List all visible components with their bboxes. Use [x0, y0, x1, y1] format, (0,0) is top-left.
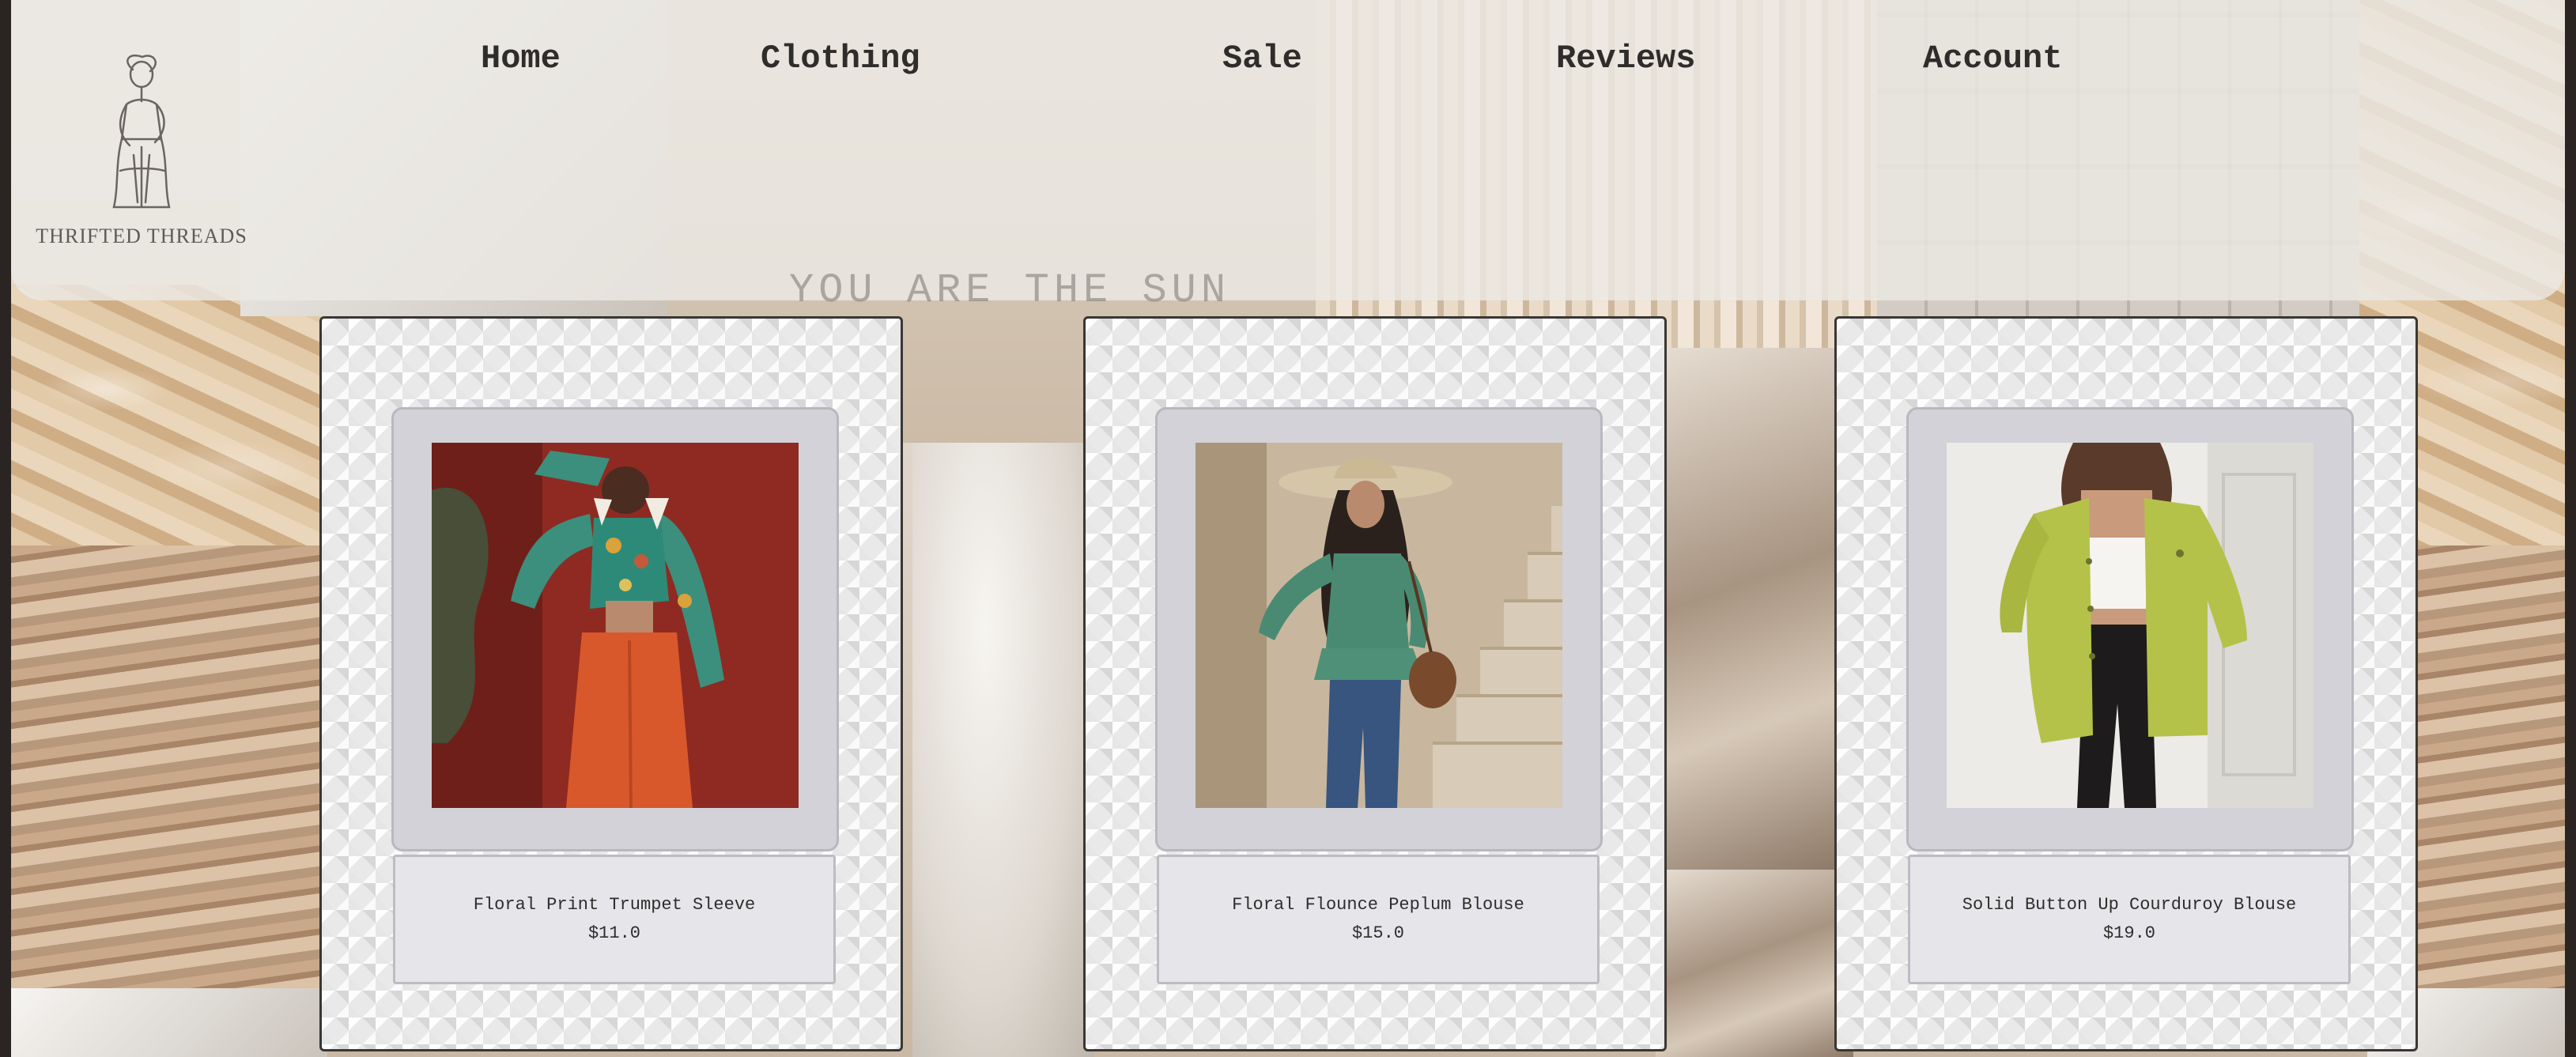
product-name[interactable]: Floral Flounce Peplum Blouse [1200, 892, 1556, 919]
page: THRIFTED THREADS Home Clothing Sale Revi… [11, 0, 2565, 1057]
product-info: Solid Button Up Courduroy Blouse $19.0 [1908, 855, 2351, 984]
nav-link-home[interactable]: Home [481, 40, 561, 77]
product-info: Floral Flounce Peplum Blouse $15.0 [1157, 855, 1600, 984]
background-water-tile [11, 285, 327, 545]
product-card[interactable]: Solid Button Up Courduroy Blouse $19.0 [1834, 316, 2418, 1051]
product-image [1195, 443, 1562, 808]
product-price: $11.0 [587, 923, 640, 943]
background-duvet-tile [912, 443, 1094, 1057]
product-image [1947, 443, 2313, 808]
nav-link-clothing[interactable]: Clothing [761, 40, 920, 77]
background-glass-tile [1656, 348, 1853, 870]
product-card[interactable]: Floral Flounce Peplum Blouse $15.0 [1083, 316, 1667, 1051]
logo[interactable]: THRIFTED THREADS [27, 8, 256, 293]
nav-link-reviews[interactable]: Reviews [1556, 40, 1695, 77]
product-price: $15.0 [1351, 923, 1404, 943]
product-photo[interactable] [1947, 443, 2313, 808]
product-photo[interactable] [432, 443, 799, 808]
product-name[interactable]: Floral Print Trumpet Sleeve [442, 892, 787, 919]
product-photo[interactable] [1195, 443, 1562, 808]
site-header: THRIFTED THREADS Home Clothing Sale Revi… [11, 0, 2565, 300]
nav-link-sale[interactable]: Sale [1222, 40, 1302, 77]
nav-link-account[interactable]: Account [1923, 40, 2062, 77]
background-glass-tile [1656, 870, 1853, 1057]
logo-text: THRIFTED THREADS [36, 225, 247, 247]
product-photo-frame [391, 407, 839, 851]
product-card[interactable]: Floral Print Trumpet Sleeve $11.0 [319, 316, 903, 1051]
logo-figure-icon [112, 55, 171, 209]
product-info: Floral Print Trumpet Sleeve $11.0 [393, 855, 836, 984]
product-image [432, 443, 799, 808]
product-photo-frame [1155, 407, 1603, 851]
product-price: $19.0 [2102, 923, 2155, 943]
product-photo-frame [1906, 407, 2354, 851]
background-white-tile [11, 988, 327, 1057]
product-name[interactable]: Solid Button Up Courduroy Blouse [1931, 892, 2328, 919]
background-sand-tile [11, 545, 327, 988]
hero-tagline: YOU ARE THE SUN [789, 267, 1231, 314]
